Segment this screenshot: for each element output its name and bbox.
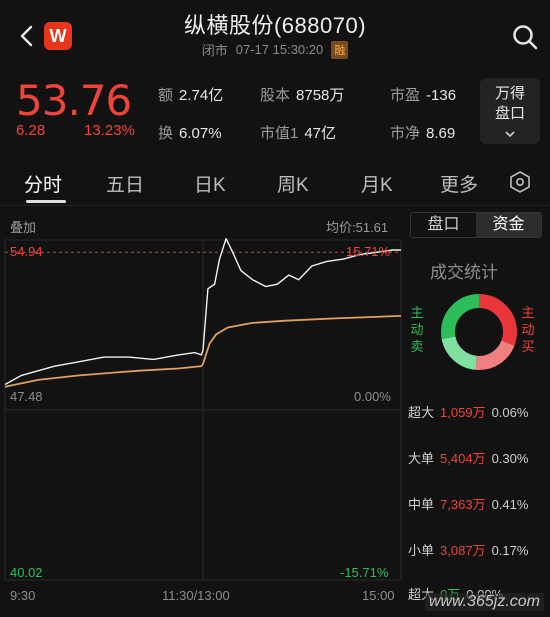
tab-five-day[interactable]: 五日 bbox=[106, 170, 144, 197]
metric-pb: 市净 8.69 bbox=[390, 125, 456, 142]
overlay-button[interactable]: 叠加 bbox=[10, 217, 36, 236]
market-status: 闭市 bbox=[201, 43, 228, 58]
y-axis-top: 54.94 bbox=[10, 244, 43, 259]
active-buy-label: 主动买 bbox=[521, 305, 535, 354]
stock-title: 纵横股份(688070) bbox=[183, 13, 367, 38]
chevron-down-icon bbox=[505, 131, 515, 138]
y-axis-top-pct: 15.71% bbox=[346, 244, 391, 259]
settings-icon[interactable] bbox=[508, 170, 532, 194]
tab-monthly-k[interactable]: 月K bbox=[361, 170, 393, 197]
trade-stats-title: 成交统计 bbox=[430, 263, 498, 282]
stat-row-xl-buy: 超大 1,059万 0.06% bbox=[408, 405, 529, 420]
y-axis-bottom-pct: -15.71% bbox=[340, 565, 389, 580]
active-sell-label: 主动卖 bbox=[410, 305, 424, 354]
price-change-pct: 13.23% bbox=[84, 122, 135, 139]
trade-donut-chart bbox=[441, 294, 517, 370]
watermark: www.365jz.com bbox=[424, 593, 544, 611]
metric-market-cap: 市值1 47亿 bbox=[260, 125, 337, 142]
tab-weekly-k[interactable]: 周K bbox=[277, 170, 309, 197]
last-price: 53.76 bbox=[16, 76, 132, 125]
y-axis-mid: 47.48 bbox=[10, 389, 43, 404]
stat-row-medium-buy: 中单 7,363万 0.41% bbox=[408, 497, 529, 512]
wande-label-2: 盘口 bbox=[494, 105, 525, 122]
tab-intraday[interactable]: 分时 bbox=[24, 170, 62, 197]
search-icon[interactable] bbox=[510, 22, 540, 52]
metric-turnover-amount: 额 2.74亿 bbox=[158, 87, 224, 104]
y-axis-mid-pct: 0.00% bbox=[354, 389, 391, 404]
timestamp: 07-17 15:30:20 bbox=[235, 42, 324, 57]
metric-turnover-rate: 换 6.07% bbox=[158, 125, 222, 142]
tab-more[interactable]: 更多 bbox=[440, 170, 478, 197]
wande-panel-button[interactable]: 万得 盘口 bbox=[480, 78, 540, 144]
period-tabs: 分时 五日 日K 周K 月K 更多 bbox=[0, 160, 550, 206]
x-axis-start: 9:30 bbox=[10, 588, 36, 603]
stat-row-small-buy: 小单 3,087万 0.17% bbox=[408, 543, 529, 558]
stat-row-large-buy: 大单 5,404万 0.30% bbox=[408, 451, 529, 466]
header: W 纵横股份(688070) 闭市 07-17 15:30:20 融 bbox=[0, 0, 550, 72]
tab-capital-flow[interactable]: 资金 bbox=[476, 213, 541, 237]
intraday-chart[interactable] bbox=[0, 238, 404, 598]
metric-share-capital: 股本 8758万 bbox=[260, 87, 345, 104]
tab-order-book[interactable]: 盘口 bbox=[411, 213, 476, 237]
market-status-row: 闭市 07-17 15:30:20 融 bbox=[0, 40, 550, 59]
x-axis-mid: 11:30/13:00 bbox=[162, 588, 230, 603]
metric-pe: 市盈 -136 bbox=[390, 87, 457, 104]
tab-daily-k[interactable]: 日K bbox=[194, 170, 226, 197]
x-axis-end: 15:00 bbox=[362, 588, 395, 603]
active-tab-indicator bbox=[26, 200, 66, 203]
margin-badge: 融 bbox=[331, 40, 349, 59]
panel-tabs: 盘口 资金 bbox=[410, 212, 542, 238]
wande-label-1: 万得 bbox=[494, 85, 525, 102]
avg-price-label: 均价:51.61 bbox=[326, 220, 389, 235]
y-axis-bottom: 40.02 bbox=[10, 565, 43, 580]
price-change: 6.28 bbox=[16, 122, 46, 139]
